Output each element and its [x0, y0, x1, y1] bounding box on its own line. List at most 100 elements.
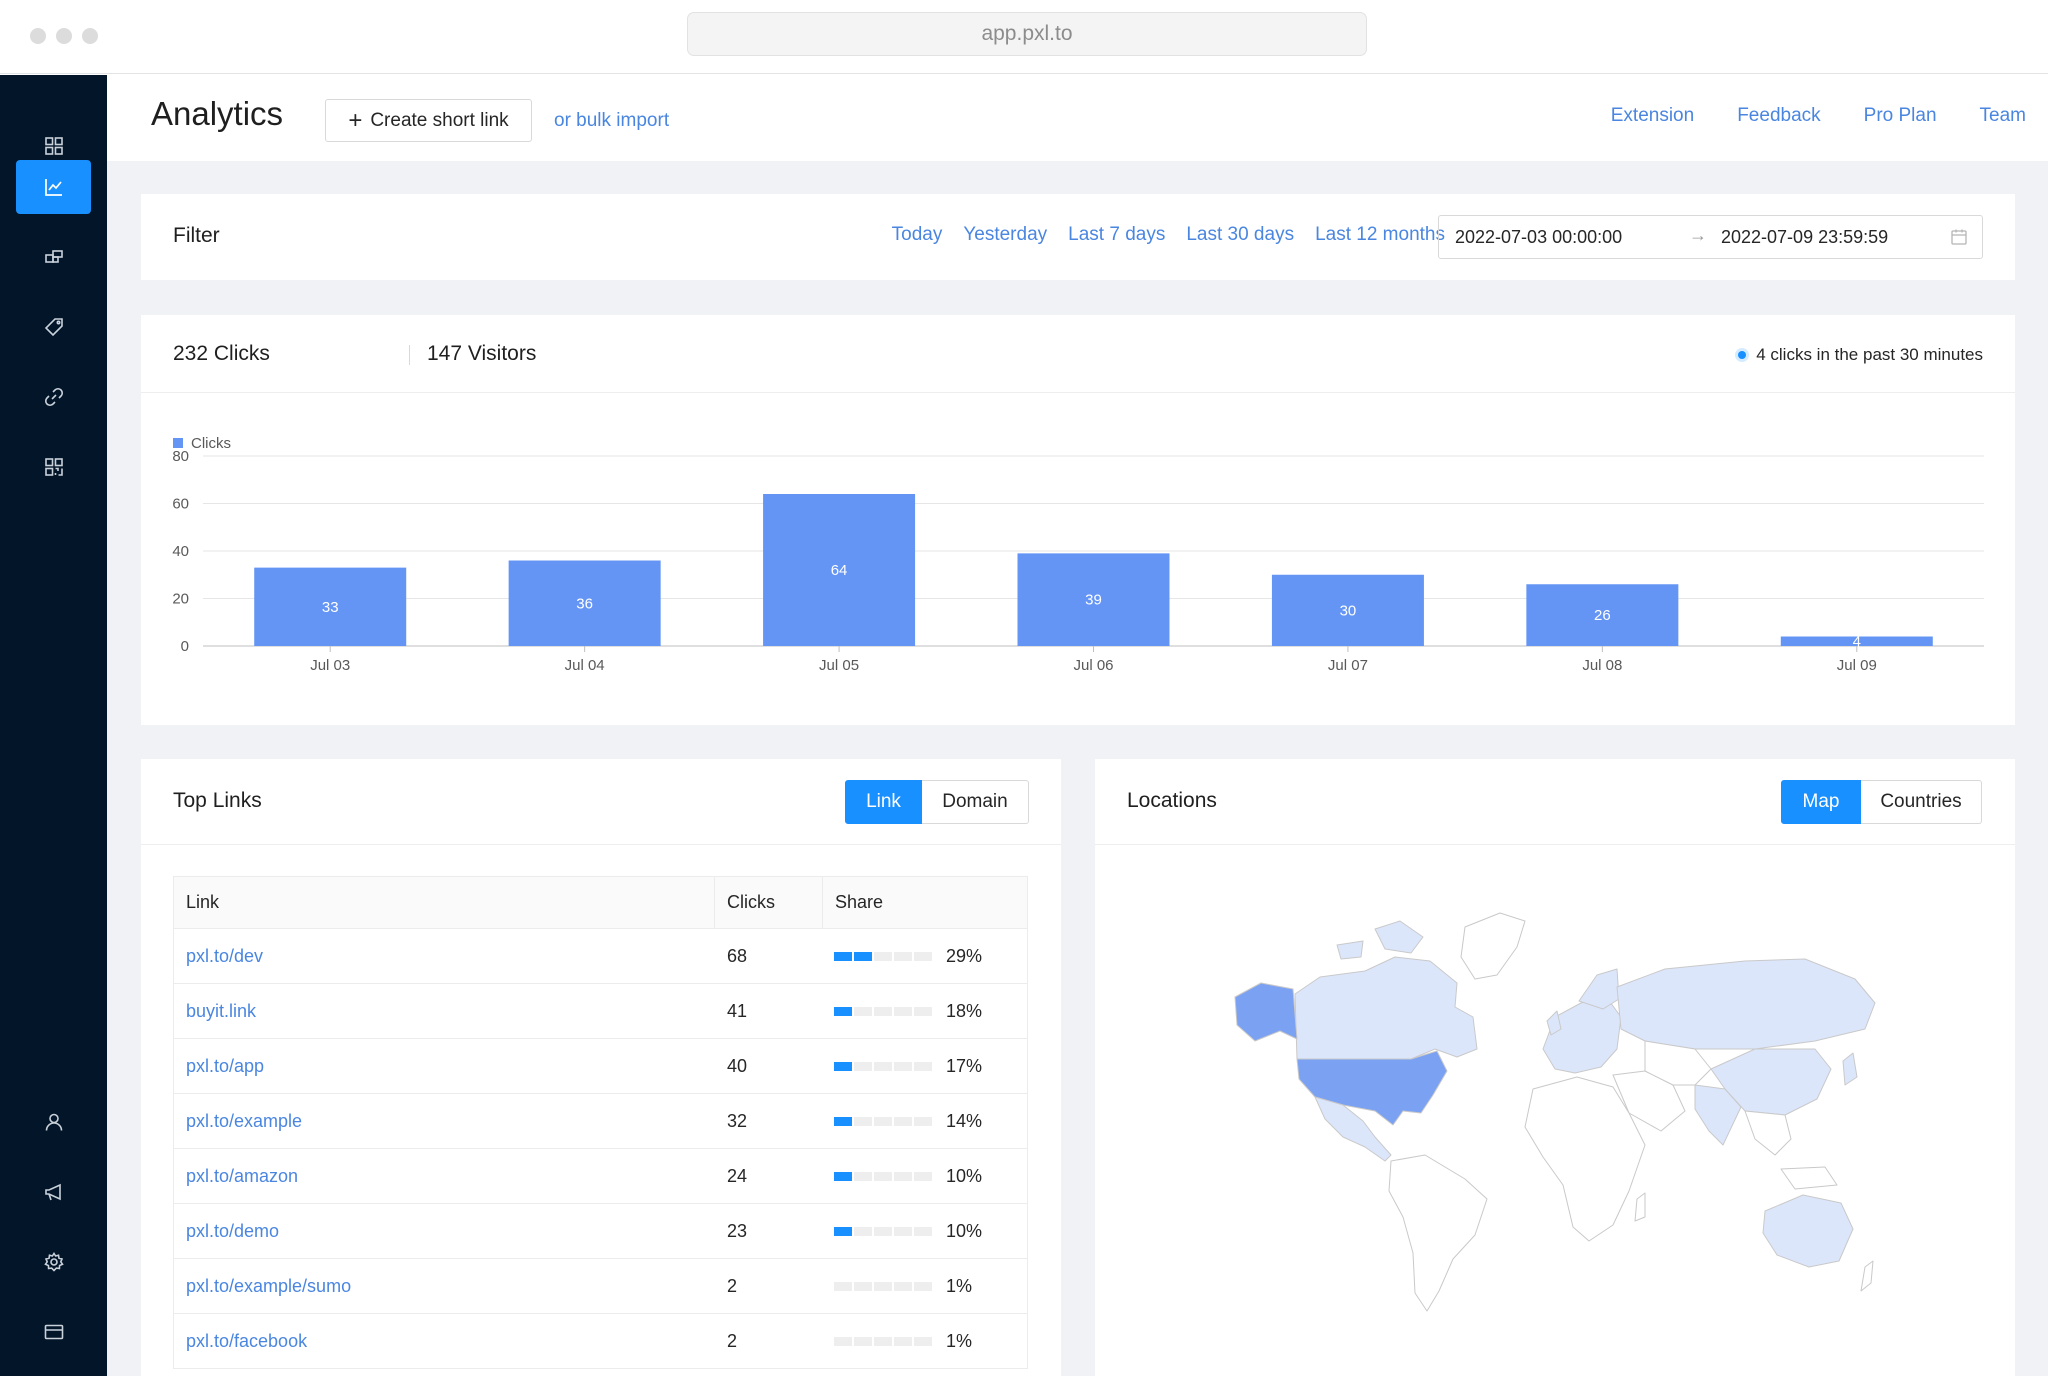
map-region-southeast-asia — [1744, 1110, 1838, 1190]
toggle-countries[interactable]: Countries — [1861, 780, 1982, 824]
link-cell[interactable]: pxl.to/amazon — [186, 1166, 298, 1186]
link-cell[interactable]: pxl.to/example/sumo — [186, 1276, 351, 1296]
bulk-import-link[interactable]: or bulk import — [554, 110, 669, 132]
sidebar-item-account[interactable] — [16, 1095, 91, 1149]
toggle-domain[interactable]: Domain — [922, 780, 1029, 824]
table-row: buyit.link 41 18% — [174, 984, 1027, 1039]
nav-feedback[interactable]: Feedback — [1737, 105, 1820, 127]
sidebar-item-settings[interactable] — [16, 1235, 91, 1289]
sidebar-item-domains[interactable] — [16, 230, 91, 284]
share-cell: 18% — [822, 1001, 1027, 1022]
column-header-link[interactable]: Link — [174, 877, 714, 928]
share-bar-segment — [874, 1116, 892, 1126]
top-links-card: Top Links Link Domain Link Clicks Share … — [141, 759, 1061, 1376]
sidebar-item-qr-codes[interactable] — [16, 440, 91, 494]
nav-team[interactable]: Team — [1980, 105, 2026, 127]
analytics-icon — [44, 179, 62, 196]
share-bar-segment — [854, 1006, 872, 1016]
locations-title: Locations — [1127, 789, 1217, 812]
toggle-map[interactable]: Map — [1781, 780, 1861, 824]
share-bar-segment — [894, 1061, 912, 1071]
quick-range-group: Today Yesterday Last 7 days Last 30 days… — [892, 224, 1445, 246]
column-header-share[interactable]: Share — [822, 877, 1027, 928]
bar-value-label: 36 — [576, 595, 593, 612]
toggle-link[interactable]: Link — [845, 780, 922, 824]
share-bar-segment — [834, 1116, 852, 1126]
link-cell[interactable]: pxl.to/facebook — [186, 1331, 307, 1351]
link-cell[interactable]: pxl.to/dev — [186, 946, 263, 966]
date-start-input[interactable]: 2022-07-03 00:00:00 — [1455, 227, 1622, 248]
range-last-30-days[interactable]: Last 30 days — [1186, 224, 1294, 246]
plus-icon: + — [348, 106, 363, 134]
share-bar — [834, 951, 932, 961]
share-cell: 1% — [822, 1276, 1027, 1297]
clicks-chart-card: 232 Clicks 147 Visitors 4 clicks in the … — [141, 315, 2015, 725]
share-cell: 1% — [822, 1331, 1027, 1352]
browser-chrome: app.pxl.to — [0, 0, 2048, 74]
sidebar-item-links[interactable] — [16, 370, 91, 424]
map-countries-toggle: Map Countries — [1781, 780, 1982, 824]
map-region-new-zealand — [1860, 1260, 1874, 1292]
share-bar-segment — [854, 1281, 872, 1291]
share-percent: 10% — [946, 1165, 983, 1186]
share-bar-segment — [914, 1006, 932, 1016]
bar-value-label: 30 — [1340, 602, 1357, 619]
sidebar-item-analytics[interactable] — [16, 160, 91, 214]
window-minimize-dot[interactable] — [56, 28, 72, 44]
share-bar-segment — [914, 1281, 932, 1291]
link-cell[interactable]: buyit.link — [186, 1001, 256, 1021]
range-yesterday[interactable]: Yesterday — [963, 224, 1047, 246]
share-bar — [834, 1171, 932, 1181]
window-close-dot[interactable] — [30, 28, 46, 44]
megaphone-icon — [44, 1183, 61, 1201]
nav-pro-plan[interactable]: Pro Plan — [1864, 105, 1937, 127]
map-region-arctic-islands — [1336, 920, 1424, 960]
share-bar — [834, 1116, 932, 1126]
range-last-12-months[interactable]: Last 12 months — [1315, 224, 1445, 246]
link-cell[interactable]: pxl.to/example — [186, 1111, 302, 1131]
window-zoom-dot[interactable] — [82, 28, 98, 44]
table-header: Link Clicks Share — [174, 877, 1027, 929]
range-today[interactable]: Today — [892, 224, 943, 246]
share-bar-segment — [854, 1116, 872, 1126]
date-end-input[interactable]: 2022-07-09 23:59:59 — [1721, 227, 1888, 248]
stat-divider — [409, 345, 410, 365]
link-domain-toggle: Link Domain — [845, 780, 1029, 824]
world-map[interactable] — [1225, 899, 1885, 1319]
share-bar-segment — [914, 1171, 932, 1181]
column-header-clicks[interactable]: Clicks — [714, 877, 822, 928]
x-tick-label: Jul 08 — [1582, 657, 1622, 674]
map-region-usa — [1296, 1050, 1448, 1126]
share-bar-segment — [874, 1171, 892, 1181]
top-links-header: Top Links Link Domain — [141, 759, 1061, 845]
sidebar-item-billing[interactable] — [16, 1305, 91, 1359]
table-row: pxl.to/dev 68 29% — [174, 929, 1027, 984]
link-icon — [44, 387, 63, 407]
map-region-europe — [1542, 994, 1622, 1074]
share-bar-segment — [854, 1061, 872, 1071]
table-row: pxl.to/facebook 2 1% — [174, 1314, 1027, 1369]
legend-label: Clicks — [191, 435, 231, 452]
date-range-picker[interactable]: 2022-07-03 00:00:00 → 2022-07-09 23:59:5… — [1438, 215, 1983, 259]
range-last-7-days[interactable]: Last 7 days — [1068, 224, 1165, 246]
share-bar-segment — [834, 1336, 852, 1346]
link-cell[interactable]: pxl.to/app — [186, 1056, 264, 1076]
create-short-link-button[interactable]: + Create short link — [325, 99, 532, 142]
share-bar-segment — [894, 1171, 912, 1181]
x-tick-label: Jul 03 — [310, 657, 350, 674]
tag-icon — [44, 318, 63, 337]
link-cell[interactable]: pxl.to/demo — [186, 1221, 279, 1241]
nav-extension[interactable]: Extension — [1611, 105, 1694, 127]
share-bar-segment — [854, 1171, 872, 1181]
map-region-canada — [1294, 956, 1478, 1060]
url-bar[interactable]: app.pxl.to — [687, 12, 1367, 56]
bar-value-label: 26 — [1594, 607, 1611, 624]
top-links-table: Link Clicks Share pxl.to/dev 68 29% buyit.l… — [173, 876, 1028, 1369]
share-bar-segment — [914, 1226, 932, 1236]
legend-swatch — [173, 438, 183, 448]
gear-icon — [43, 1252, 64, 1272]
sidebar-item-tags[interactable] — [16, 300, 91, 354]
sidebar-item-announcements[interactable] — [16, 1165, 91, 1219]
share-cell: 10% — [822, 1221, 1027, 1242]
table-row: pxl.to/demo 23 10% — [174, 1204, 1027, 1259]
